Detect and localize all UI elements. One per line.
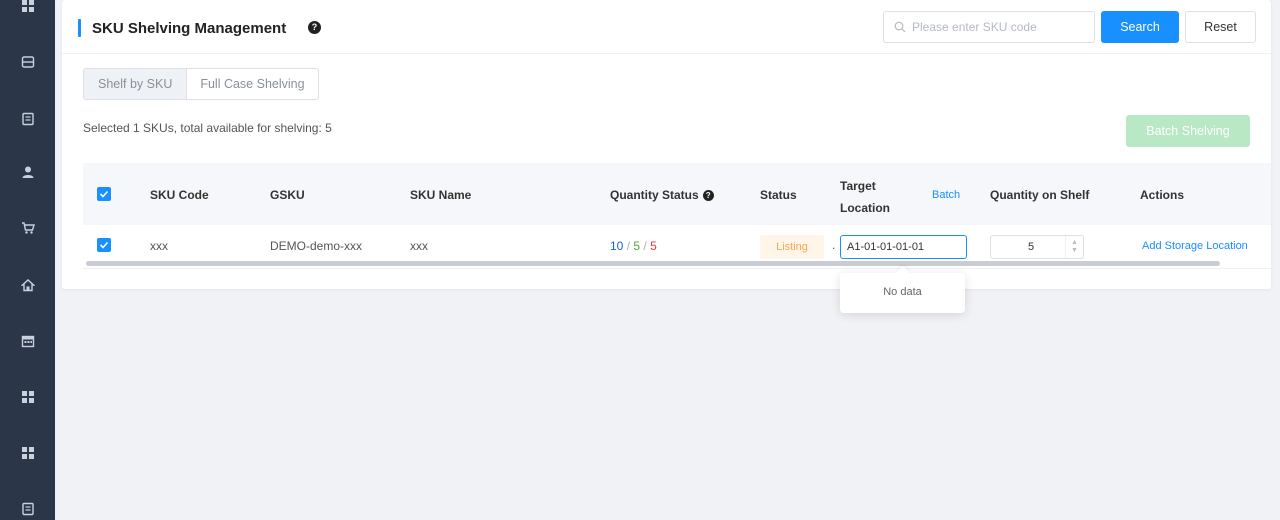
help-icon[interactable]: ?	[702, 190, 714, 201]
inbox-icon[interactable]	[0, 50, 55, 74]
target-location-input[interactable]	[840, 235, 967, 259]
card-header: SKU Shelving Management ? Search Reset	[62, 0, 1271, 54]
target-location-label-line1: Target	[840, 179, 876, 193]
chevron-up-icon[interactable]: ▲	[1071, 239, 1078, 247]
horizontal-scrollbar[interactable]	[86, 261, 1220, 266]
sku-code-cell: xxx	[150, 239, 168, 253]
user-icon[interactable]	[0, 160, 55, 184]
status-suffix: .	[832, 238, 836, 252]
column-header-sku-code[interactable]: SKU Code	[150, 188, 209, 202]
check-icon	[99, 241, 109, 249]
reset-button[interactable]: Reset	[1185, 11, 1256, 43]
search-button[interactable]: Search	[1101, 11, 1179, 43]
tab-full-case-shelving[interactable]: Full Case Shelving	[187, 69, 317, 99]
cart-icon[interactable]	[0, 216, 55, 240]
column-header-target-location[interactable]: Target Location	[840, 175, 890, 219]
chevron-down-icon[interactable]: ▼	[1071, 247, 1078, 255]
column-header-sku-name[interactable]: SKU Name	[410, 188, 471, 202]
document-icon[interactable]	[0, 497, 55, 520]
location-dropdown: No data	[840, 265, 965, 313]
quantity-other: 5	[650, 239, 657, 253]
batch-location-link[interactable]: Batch	[932, 189, 960, 201]
quantity-separator: /	[643, 239, 647, 253]
column-header-gsku[interactable]: GSKU	[270, 188, 305, 202]
select-all-checkbox[interactable]	[97, 187, 111, 201]
search-field[interactable]	[883, 11, 1095, 43]
document-icon[interactable]	[0, 107, 55, 131]
gsku-cell: DEMO-demo-xxx	[270, 239, 363, 253]
check-icon	[99, 190, 109, 198]
quantity-status-cell: 10 / 5 / 5	[610, 239, 657, 253]
quantity-separator: /	[626, 239, 631, 253]
grid-icon[interactable]	[0, 0, 55, 18]
stepper-controls[interactable]: ▲ ▼	[1065, 236, 1083, 258]
sidebar	[0, 0, 55, 520]
column-header-actions: Actions	[1140, 188, 1185, 202]
status-badge: Listing	[760, 235, 824, 259]
quantity-total: 10	[610, 239, 624, 253]
batch-shelving-button[interactable]: Batch Shelving	[1126, 115, 1250, 147]
calendar-icon[interactable]	[0, 329, 55, 353]
grid-icon[interactable]	[0, 385, 55, 409]
home-icon[interactable]	[0, 273, 55, 297]
add-storage-location-link[interactable]: Add Storage Location	[1142, 240, 1271, 252]
column-header-quantity-on-shelf[interactable]: Quantity on Shelf	[990, 188, 1089, 202]
row-checkbox[interactable]	[97, 238, 111, 252]
search-input[interactable]	[912, 20, 1082, 34]
help-icon[interactable]: ?	[308, 21, 321, 34]
selection-summary: Selected 1 SKUs, total available for she…	[83, 121, 332, 135]
dropdown-empty-text: No data	[883, 286, 922, 298]
quantity-stepper[interactable]: 5 ▲ ▼	[990, 235, 1084, 259]
target-location-label-line2: Location	[840, 201, 890, 215]
tab-shelf-by-sku[interactable]: Shelf by SKU	[84, 69, 188, 99]
sku-name-cell: xxx	[410, 239, 428, 253]
column-header-status[interactable]: Status	[760, 188, 797, 202]
quantity-available: 5	[633, 239, 641, 253]
title-accent-bar	[78, 19, 81, 37]
shelving-mode-tabs: Shelf by SKU Full Case Shelving	[83, 68, 319, 100]
page-title: SKU Shelving Management	[92, 20, 287, 37]
grid-icon[interactable]	[0, 441, 55, 465]
main-card: SKU Shelving Management ? Search Reset S…	[62, 0, 1271, 289]
search-icon	[894, 21, 906, 33]
quantity-status-label: Quantity Status	[610, 188, 699, 202]
column-header-quantity-status[interactable]: Quantity Status?	[610, 188, 714, 202]
table-header: SKU Code GSKU SKU Name Quantity Status? …	[83, 163, 1271, 225]
